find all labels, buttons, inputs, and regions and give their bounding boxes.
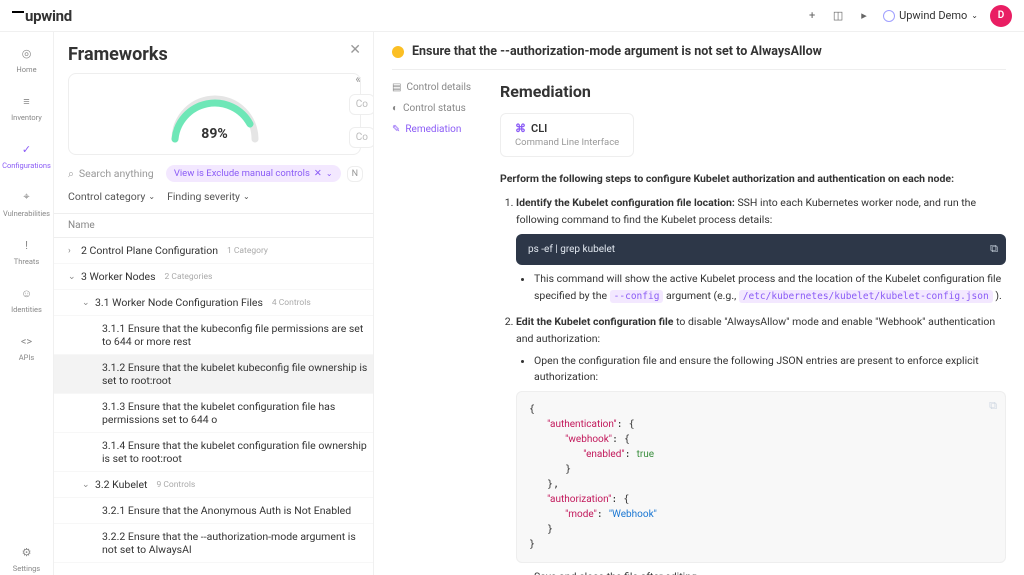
cli-card[interactable]: ⌘CLI Command Line Interface (500, 113, 634, 157)
tree-row[interactable]: 3.2.1 Ensure that the Anonymous Auth is … (54, 498, 373, 524)
tab-remediation[interactable]: ✎Remediation (392, 124, 482, 135)
nav-vulnerabilities[interactable]: ⌖Vulnerabilities (0, 186, 53, 220)
home-icon: ◎ (18, 44, 36, 62)
tree-row[interactable]: ⌄3 Worker Nodes2 Categories (54, 264, 373, 290)
tab-control-details[interactable]: ▤Control details (392, 82, 482, 93)
user-icon: ☺ (18, 284, 36, 302)
close-icon[interactable]: ✕ (349, 42, 361, 58)
tab-control-status[interactable]: ◐Control status (392, 103, 482, 114)
details-icon: ▤ (392, 82, 401, 93)
nav-inventory[interactable]: ≡Inventory (0, 90, 53, 124)
dropdown-category[interactable]: Control category ⌄ (68, 190, 155, 203)
column-header: Name (54, 213, 373, 238)
cli-subtitle: Command Line Interface (515, 137, 619, 148)
terminal-icon: ⌘ (515, 122, 526, 135)
plus-icon[interactable]: + (805, 9, 819, 23)
peek-tag: Co (349, 127, 374, 148)
search-icon: ⌕ (68, 167, 74, 181)
detail-title: Ensure that the --authorization-mode arg… (412, 44, 822, 59)
detail-pane: Ensure that the --authorization-mode arg… (374, 32, 1024, 575)
peek-tag: Co (349, 94, 374, 115)
nav-threats[interactable]: !Threats (0, 234, 53, 268)
panel-icon[interactable]: ◫ (831, 9, 845, 23)
gauge-value: 89% (165, 126, 265, 142)
json-block: ⧉{ "authentication": { "webhook": { "ena… (516, 391, 1006, 563)
frameworks-panel: Frameworks ✕ « 89% CoCo ⌕Search anything… (54, 32, 374, 575)
tree-row[interactable]: 3.1.3 Ensure that the kubelet configurat… (54, 394, 373, 433)
code-block: ps -ef | grep kubelet⧉ (516, 234, 1006, 266)
copy-icon[interactable]: ⧉ (990, 240, 998, 257)
nav-configurations[interactable]: ✓Configurations (0, 138, 53, 172)
nav-settings[interactable]: ⚙Settings (0, 541, 53, 575)
copy-icon[interactable]: ⧉ (989, 398, 997, 415)
org-selector[interactable]: Upwind Demo ⌄ (883, 9, 978, 22)
section-title: Remediation (500, 82, 1006, 101)
tree-row[interactable]: 3.2.2 Ensure that the --authorization-mo… (54, 524, 373, 563)
status-icon: ◐ (392, 103, 398, 114)
tree-row[interactable]: ⌄3.1 Worker Node Configuration Files4 Co… (54, 290, 373, 316)
nav-home[interactable]: ◎Home (0, 42, 53, 76)
tree-row[interactable]: 3.1.4 Ensure that the kubelet configurat… (54, 433, 373, 472)
avatar[interactable]: D (990, 5, 1012, 27)
topbar: upwind + ◫ ▸ Upwind Demo ⌄ D (0, 0, 1024, 32)
inline-code: /etc/kubernetes/kubelet/kubelet-config.j… (739, 290, 993, 303)
status-dot-icon (392, 46, 404, 58)
check-icon: ✓ (18, 140, 36, 158)
brand-logo: upwind (12, 7, 72, 25)
nav-apis[interactable]: <>APIs (0, 330, 53, 364)
pill-close-icon[interactable]: ✕ (314, 168, 322, 179)
tree-row[interactable]: ›2 Control Plane Configuration1 Category (54, 238, 373, 264)
tree-row[interactable]: ⌄3.2 Kubelet9 Controls (54, 472, 373, 498)
remediation-content: Perform the following steps to configure… (500, 171, 1006, 575)
mini-pill[interactable]: N (347, 166, 363, 182)
sidebar-nav: ◎Home ≡Inventory ✓Configurations ⌖Vulner… (0, 32, 54, 575)
filter-pill[interactable]: View is Exclude manual controls✕⌄ (166, 165, 341, 182)
tree-row[interactable]: 3.2.3 Ensure that a Client CA File is Co… (54, 563, 373, 568)
remediation-icon: ✎ (392, 124, 400, 135)
gauge-card: 89% (68, 73, 361, 155)
inventory-icon: ≡ (18, 92, 36, 110)
settings-icon: ⚙ (18, 543, 36, 561)
tree-row[interactable]: 3.1.2 Ensure that the kubelet kubeconfig… (54, 355, 373, 394)
threat-icon: ! (18, 236, 36, 254)
nav-identities[interactable]: ☺Identities (0, 282, 53, 316)
inline-code: --config (610, 290, 664, 303)
bug-icon: ⌖ (18, 188, 36, 206)
tree-row[interactable]: 3.1.1 Ensure that the kubeconfig file pe… (54, 316, 373, 355)
run-icon[interactable]: ▸ (857, 9, 871, 23)
control-tree: ›2 Control Plane Configuration1 Category… (54, 238, 373, 568)
dropdown-severity[interactable]: Finding severity ⌄ (167, 190, 250, 203)
search-input[interactable]: ⌕Search anything (68, 167, 160, 181)
code-icon: <> (18, 332, 36, 350)
panel-title: Frameworks (68, 44, 373, 65)
